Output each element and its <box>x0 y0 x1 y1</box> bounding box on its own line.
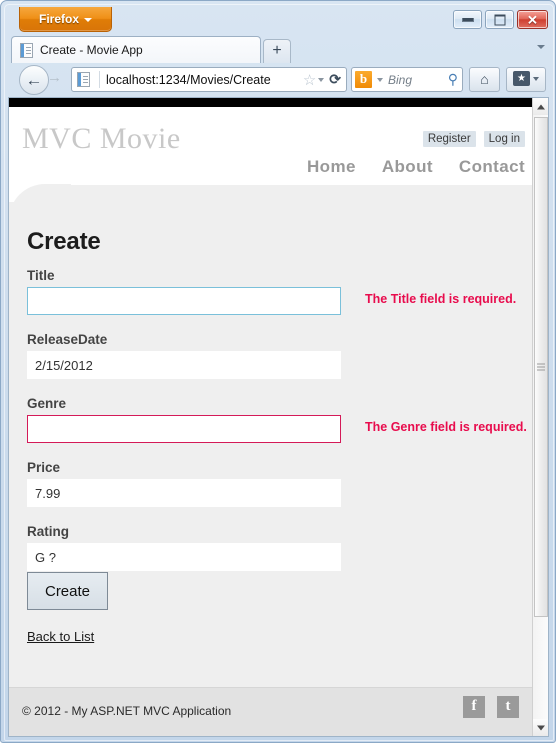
chevron-down-icon <box>536 725 545 730</box>
bing-logo-icon[interactable]: b <box>355 71 372 88</box>
search-icon[interactable]: ⚲ <box>448 71 458 88</box>
divider <box>99 71 100 88</box>
arrow-right-icon: → <box>47 69 62 86</box>
form-row-price: Price <box>27 460 341 507</box>
chevron-up-icon <box>536 104 545 109</box>
form-row-title: Title The Title field is required. <box>27 268 516 315</box>
scrollbar-grip-icon <box>537 363 545 371</box>
site-brand[interactable]: MVC Movie <box>22 122 181 156</box>
register-link[interactable]: Register <box>422 131 476 147</box>
tab-strip: Create - Movie App + <box>1 34 555 63</box>
web-page: MVC Movie Register Log in Home About Con… <box>9 98 533 736</box>
minimize-icon <box>461 17 474 22</box>
plus-icon: + <box>272 42 282 59</box>
browser-window: Firefox ✕ Create - Movie App + ← → local… <box>0 0 556 743</box>
nav-item-about[interactable]: About <box>382 157 433 177</box>
nav-item-contact[interactable]: Contact <box>459 157 525 177</box>
bookmarks-button[interactable] <box>506 67 546 92</box>
firefox-menu-button[interactable]: Firefox <box>19 7 112 32</box>
restore-icon <box>494 14 505 25</box>
close-icon: ✕ <box>527 12 538 27</box>
forward-button: → <box>47 69 66 90</box>
back-to-list-link[interactable]: Back to List <box>27 629 94 644</box>
copyright-text: © 2012 - My ASP.NET MVC Application <box>22 704 232 718</box>
arrow-left-icon: ← <box>25 70 43 90</box>
new-tab-button[interactable]: + <box>263 39 291 63</box>
maximize-button[interactable] <box>485 10 514 29</box>
site-identity-icon <box>77 72 90 87</box>
chevron-down-icon <box>84 17 92 22</box>
title-bar: Firefox ✕ <box>1 1 555 34</box>
input-genre[interactable] <box>27 415 341 443</box>
chevron-down-icon <box>533 76 539 81</box>
validation-genre: The Genre field is required. <box>365 420 527 434</box>
search-input[interactable]: Bing <box>388 73 448 87</box>
form-row-releasedate: ReleaseDate <box>27 332 341 379</box>
tab-label: Create - Movie App <box>40 43 143 57</box>
page-top-bar <box>9 98 533 107</box>
input-releasedate[interactable] <box>27 351 341 379</box>
label-rating: Rating <box>27 524 69 539</box>
input-title[interactable] <box>27 287 341 315</box>
scroll-up-button[interactable] <box>533 98 548 115</box>
reload-icon[interactable]: ⟳ <box>329 71 341 88</box>
scrollbar-thumb[interactable] <box>534 117 548 617</box>
bookmarks-icon <box>513 71 530 86</box>
facebook-icon[interactable]: f <box>463 696 485 718</box>
home-button[interactable]: ⌂ <box>469 67 500 92</box>
label-releasedate: ReleaseDate <box>27 332 108 347</box>
input-price[interactable] <box>27 479 341 507</box>
minimize-button[interactable] <box>453 10 482 29</box>
page-scrollbar[interactable] <box>532 98 548 736</box>
page-title: Create <box>27 228 101 255</box>
label-genre: Genre <box>27 396 67 411</box>
input-rating[interactable] <box>27 543 341 571</box>
main-content: Create Title The Title field is required… <box>9 202 533 688</box>
login-link[interactable]: Log in <box>483 131 525 147</box>
firefox-menu-label: Firefox <box>38 12 79 26</box>
content-viewport: MVC Movie Register Log in Home About Con… <box>8 97 549 737</box>
social-links: f t <box>463 696 519 718</box>
tab-create-movie-app[interactable]: Create - Movie App <box>11 36 261 63</box>
bookmark-star-icon[interactable]: ☆ <box>303 71 316 89</box>
search-bar[interactable]: b Bing ⚲ <box>351 67 463 92</box>
main-navigation: Home About Contact <box>307 157 525 177</box>
close-button[interactable]: ✕ <box>517 10 548 29</box>
form-row-genre: Genre The Genre field is required. <box>27 396 527 443</box>
chevron-down-icon[interactable] <box>318 77 325 82</box>
validation-title: The Title field is required. <box>365 292 517 306</box>
home-icon: ⌂ <box>480 71 489 87</box>
label-title: Title <box>27 268 55 283</box>
form-row-rating: Rating <box>27 524 341 571</box>
chevron-down-icon[interactable] <box>377 77 383 82</box>
back-button[interactable]: ← <box>19 65 49 95</box>
tab-list-chevron-down-icon[interactable] <box>537 45 545 49</box>
label-price: Price <box>27 460 61 475</box>
address-bar[interactable]: localhost:1234/Movies/Create ☆ ⟳ <box>71 67 347 92</box>
scroll-down-button[interactable] <box>533 719 548 736</box>
navigation-toolbar: ← → localhost:1234/Movies/Create ☆ ⟳ b B… <box>1 63 555 97</box>
auth-links: Register Log in <box>422 131 525 147</box>
create-button[interactable]: Create <box>27 572 108 610</box>
url-text: localhost:1234/Movies/Create <box>106 72 271 87</box>
twitter-icon[interactable]: t <box>497 696 519 718</box>
page-icon <box>20 42 33 58</box>
nav-item-home[interactable]: Home <box>307 157 356 177</box>
site-footer: © 2012 - My ASP.NET MVC Application f t <box>9 687 533 736</box>
site-header: MVC Movie Register Log in Home About Con… <box>9 107 533 185</box>
